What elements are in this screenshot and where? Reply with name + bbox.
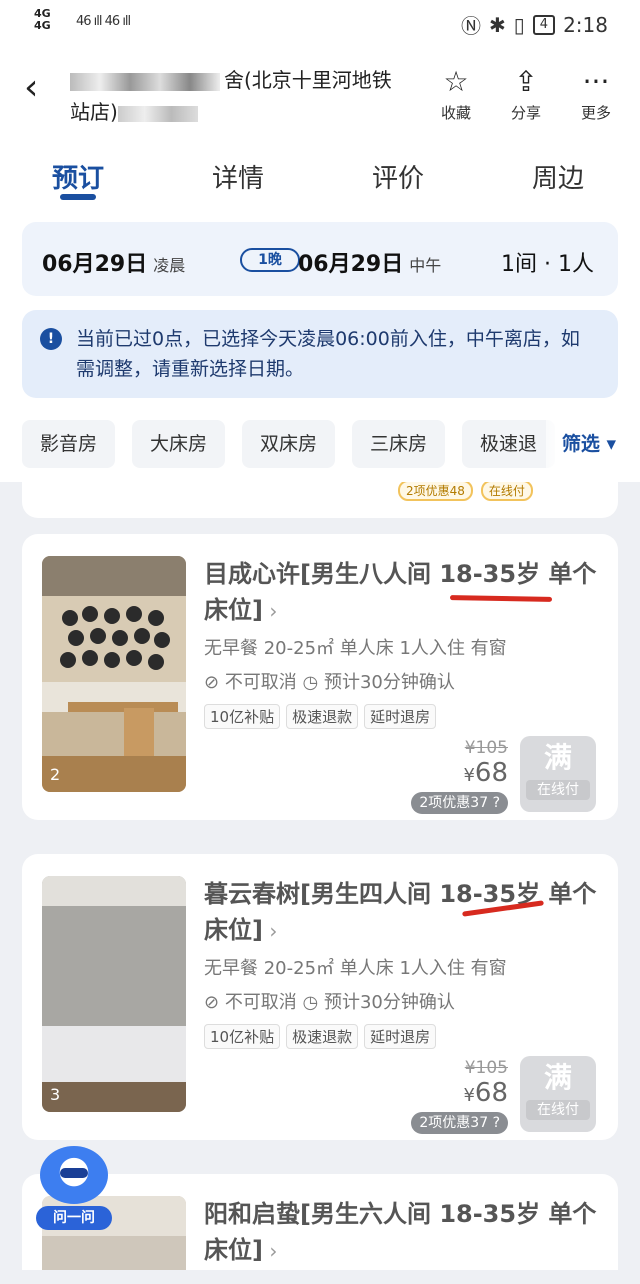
battery-icon: 4 — [532, 14, 556, 35]
checkout-date[interactable]: 06月29日 中午 — [298, 246, 441, 278]
clock: 2:18 — [563, 12, 608, 37]
blurred-name — [70, 72, 220, 91]
share-button[interactable]: ⇪ 分享 — [496, 66, 556, 123]
chevron-right-icon: › — [262, 599, 278, 623]
photo-count: 2 — [50, 765, 61, 784]
original-price: ¥105 — [464, 1058, 508, 1078]
system-nav-bar — [0, 1270, 640, 1284]
chevron-right-icon: › — [262, 1239, 278, 1263]
room-policy: ⊘ 不可取消 ◷ 预计30分钟确认 — [204, 992, 455, 1013]
filter-chip[interactable]: 影音房 — [22, 420, 116, 468]
robot-eyes — [60, 1168, 88, 1178]
tag: 10亿补贴 — [204, 1024, 281, 1049]
room-card-partial[interactable]: 2项优惠48 在线付 — [22, 482, 618, 518]
room-card[interactable]: 2 目成心许[男生八人间 18-35岁 单个床位] › 无早餐 20-25㎡ 单… — [22, 534, 618, 820]
blurred-name — [117, 105, 198, 122]
discount-badge[interactable]: 2项优惠37 ? — [411, 792, 508, 814]
date-selector[interactable]: 06月29日 凌晨 1晚 06月29日 中午 1间 · 1人 — [22, 222, 618, 296]
room-meta: 无早餐 20-25㎡ 单人床 1人入住 有窗 — [204, 638, 507, 659]
tab-bar: 预订 详情 评价 周边 — [0, 148, 640, 204]
clock-icon: ◷ — [302, 992, 324, 1013]
help-icon: ? — [492, 1115, 500, 1131]
tab-details[interactable]: 详情 — [212, 158, 264, 195]
tag: 10亿补贴 — [204, 704, 281, 729]
room-photo-image — [42, 876, 186, 1112]
tab-booking[interactable]: 预订 — [52, 158, 104, 195]
status-bar: 4G 4G 46 ıll 46 ıll Ⓝ ✱ ▯ 4 2:18 — [0, 0, 640, 48]
help-icon: ? — [492, 795, 500, 811]
rooms-people-selector[interactable]: 1间 · 1人 — [501, 246, 594, 278]
tab-reviews[interactable]: 评价 — [372, 158, 424, 195]
filter-button[interactable]: 筛选 ▾ — [545, 420, 616, 468]
nfc-icon: Ⓝ — [461, 14, 482, 38]
room-name[interactable]: 阳和启蛰[男生六人间 18-35岁 单个床位] › — [204, 1196, 604, 1269]
room-policy: ⊘ 不可取消 ◷ 预计30分钟确认 — [204, 672, 455, 693]
room-photo[interactable]: 3 — [42, 876, 186, 1112]
star-icon: ☆ — [443, 65, 469, 98]
tag: 极速退款 — [286, 704, 359, 729]
filter-chip[interactable]: 三床房 — [352, 420, 446, 468]
room-photo[interactable]: 2 — [42, 556, 186, 792]
status-right: Ⓝ ✱ ▯ 4 2:18 — [461, 10, 608, 39]
checkin-date[interactable]: 06月29日 凌晨 — [42, 246, 185, 278]
filter-chip[interactable]: 极速退 — [462, 420, 556, 468]
room-name[interactable]: 暮云春树[男生四人间 18-35岁 单个床位] › — [204, 876, 604, 949]
tag: 延时退房 — [364, 1024, 437, 1049]
share-icon: ⇪ — [514, 65, 538, 98]
tab-nearby[interactable]: 周边 — [532, 158, 584, 195]
room-tags: 10亿补贴 极速退款 延时退房 — [204, 704, 437, 729]
no-cancel-icon: ⊘ — [204, 992, 225, 1013]
room-meta: 无早餐 20-25㎡ 单人床 1人入住 有窗 — [204, 958, 507, 979]
photo-count: 3 — [50, 1085, 61, 1104]
filter-bar: 影音房 大床房 双床房 三床房 极速退 筛选 ▾ — [0, 416, 640, 472]
nights-badge: 1晚 — [240, 248, 300, 272]
room-card[interactable]: 3 暮云春树[男生四人间 18-35岁 单个床位] › 无早餐 20-25㎡ 单… — [22, 854, 618, 1140]
more-icon: ··· — [582, 65, 610, 98]
signal-icon: 46 ıll 46 ıll — [76, 14, 131, 29]
original-price: ¥105 — [464, 738, 508, 758]
room-tags: 10亿补贴 极速退款 延时退房 — [204, 1024, 437, 1049]
prev-card-tags: 2项优惠48 在线付 — [398, 482, 541, 501]
room-photo-image — [42, 556, 186, 792]
discount-badge[interactable]: 2项优惠37 ? — [411, 1112, 508, 1134]
vibrate-icon: ▯ — [513, 12, 525, 37]
chevron-right-icon: › — [262, 919, 278, 943]
bluetooth-icon: ✱ — [489, 12, 506, 37]
favorite-button[interactable]: ☆ 收藏 — [426, 66, 486, 123]
info-icon: ! — [40, 328, 62, 350]
filter-chip[interactable]: 大床房 — [132, 420, 226, 468]
checkin-notice: ! 当前已过0点，已选择今天凌晨06:00前入住，中午离店，如需调整，请重新选择… — [22, 310, 618, 398]
assistant-button[interactable]: 问一问 — [36, 1146, 112, 1230]
header: ‹ 舍(北京十里河地铁 站店) ☆ 收藏 ⇪ 分享 ··· 更多 — [0, 48, 640, 140]
tab-indicator — [60, 194, 96, 200]
no-cancel-icon: ⊘ — [204, 672, 225, 693]
current-price: ¥68 — [463, 1078, 508, 1108]
book-button-full[interactable]: 满 在线付 — [520, 736, 596, 812]
clock-icon: ◷ — [302, 672, 324, 693]
network-indicator: 4G 4G — [34, 7, 51, 32]
tag: 极速退款 — [286, 1024, 359, 1049]
room-name[interactable]: 目成心许[男生八人间 18-35岁 单个床位] › — [204, 556, 604, 629]
book-button-full[interactable]: 满 在线付 — [520, 1056, 596, 1132]
tag: 延时退房 — [364, 704, 437, 729]
back-icon[interactable]: ‹ — [24, 70, 38, 106]
hotel-title: 舍(北京十里河地铁 站店) — [70, 68, 392, 124]
more-button[interactable]: ··· 更多 — [566, 66, 626, 123]
filter-chip[interactable]: 双床房 — [242, 420, 336, 468]
current-price: ¥68 — [463, 758, 508, 788]
